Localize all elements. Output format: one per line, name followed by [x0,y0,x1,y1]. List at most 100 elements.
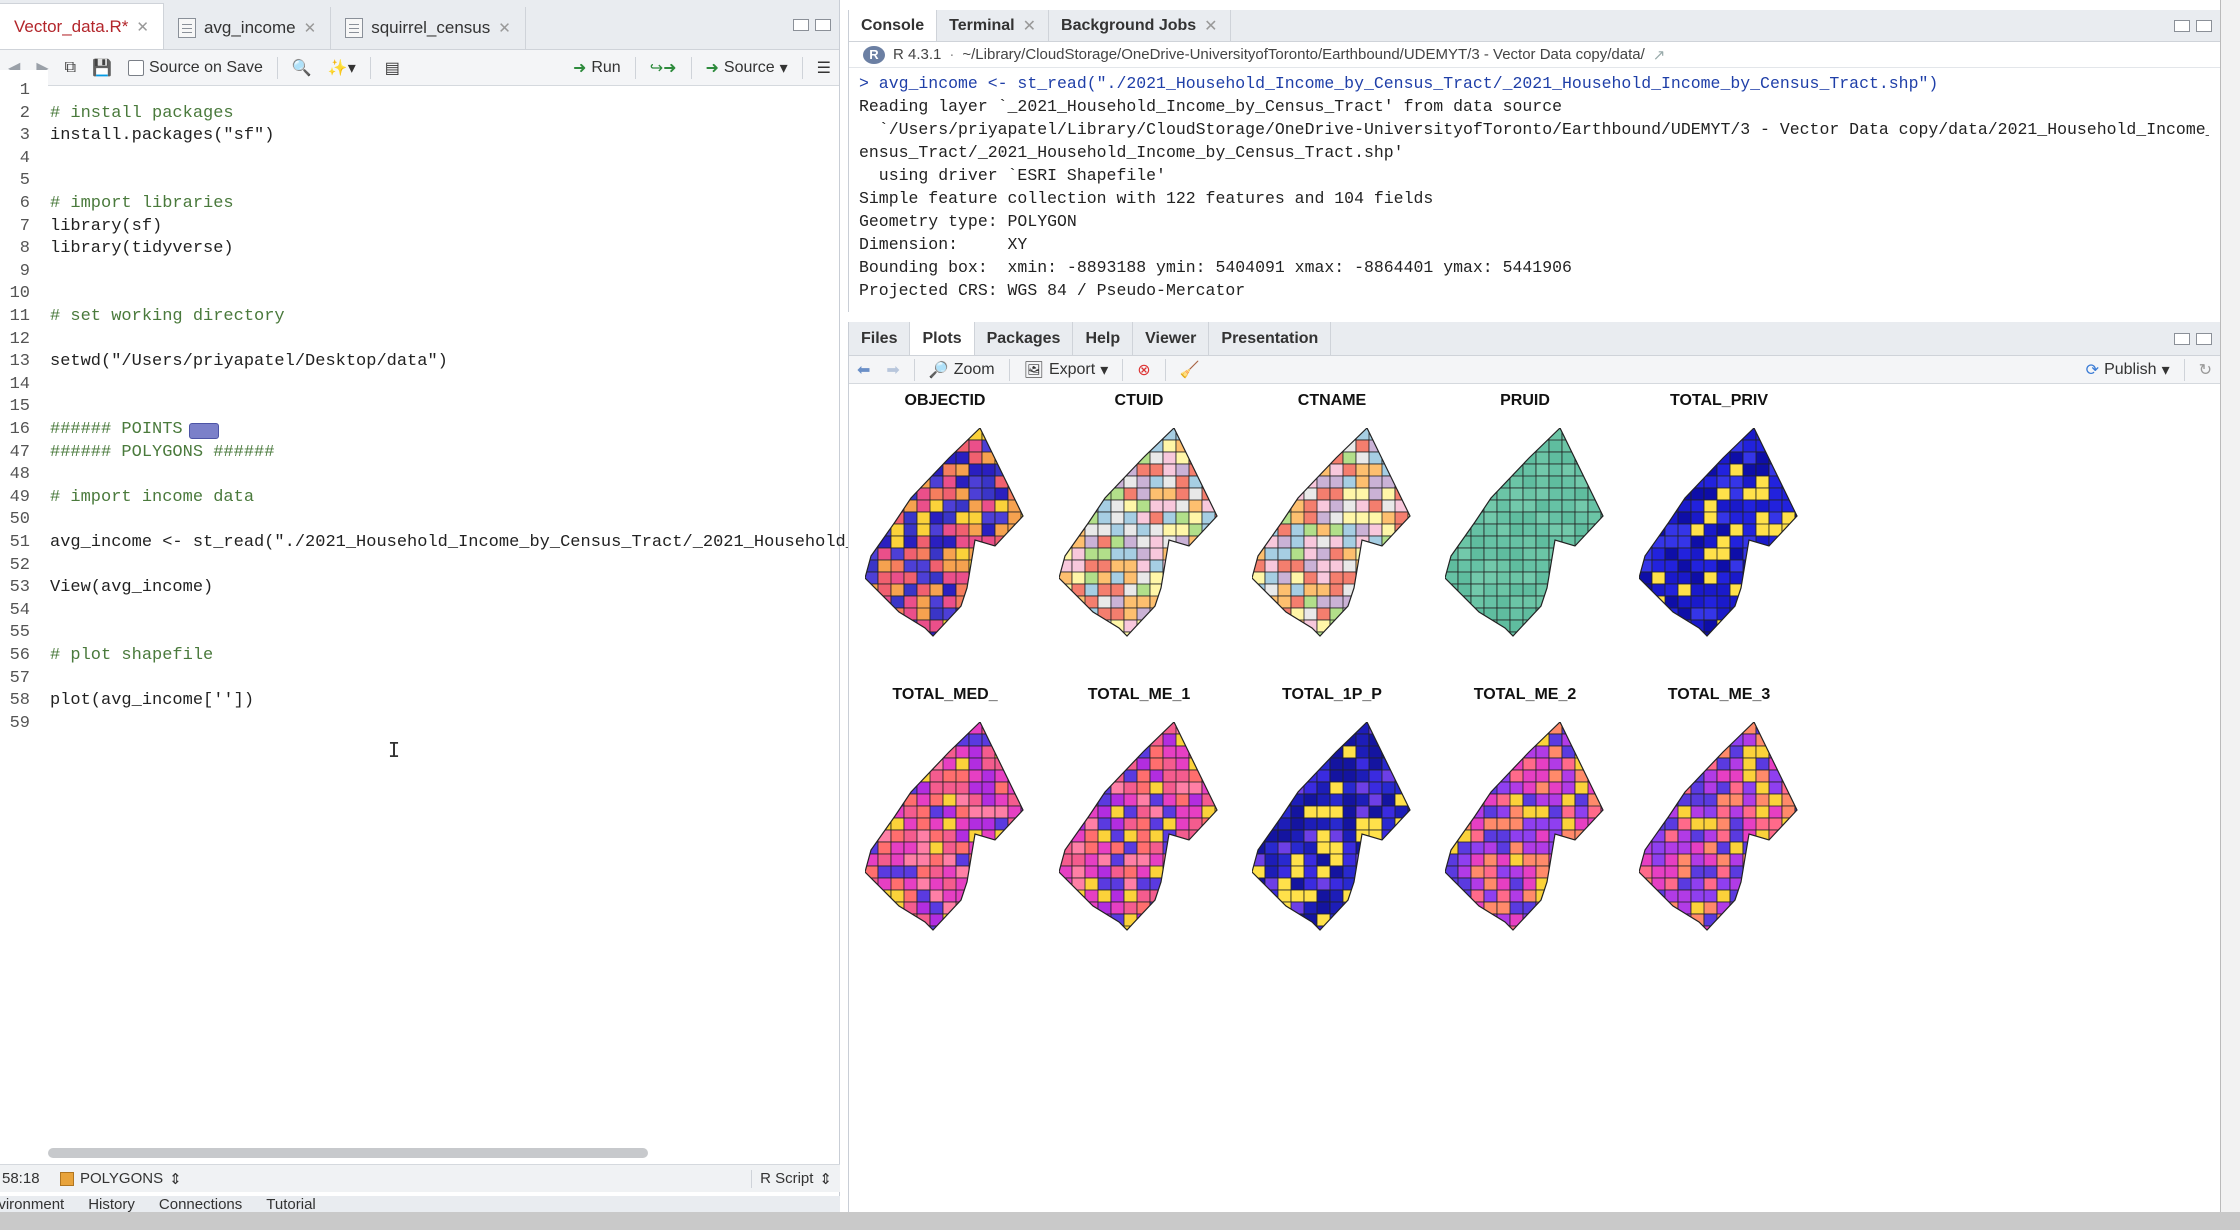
line-number: 12 [9,329,30,349]
section-navigator[interactable]: POLYGONS ⇕ [60,1170,182,1188]
go-to-directory-icon[interactable]: ↗ [1653,46,1666,64]
tab-help[interactable]: Help [1073,322,1134,355]
census-tract-map [1639,722,1798,931]
line-number: 52 [9,555,30,575]
editor-tab-squirrel-census[interactable]: squirrel_census ✕ [331,7,526,49]
plot-panel-title: TOTAL_MED_ [892,686,998,703]
line-number: 14 [9,374,30,394]
code-line[interactable]: plot(avg_income['']) [50,690,254,713]
census-tract-map [1639,428,1798,637]
r-logo-icon: R [863,45,885,64]
tab-label: Viewer [1145,329,1197,347]
line-number: 5 [19,171,30,191]
census-tract-map [1252,428,1411,637]
line-number: 1 [19,81,30,100]
window-edge [2220,0,2240,1230]
console-pane: Console Terminal ✕ Background Jobs ✕ R R… [848,10,2220,312]
line-number: 50 [9,510,30,530]
code-line[interactable]: View(avg_income) [50,577,213,600]
divider [2183,358,2185,381]
export-button[interactable]: 🖼 Export ▾ [1016,360,1117,380]
minimize-icon[interactable] [793,18,809,31]
code-area[interactable]: 1 2 3 4 5 6 7 8 9 10 11 12 13 14 15 16 47 48 49 50 51 52 53 54 5… [0,70,887,1140]
publish-button[interactable]: ⟳ Publish ▾ [2078,360,2178,380]
tab-terminal[interactable]: Terminal ✕ [937,10,1050,41]
remove-plot-icon[interactable]: ⊗ [1129,360,1158,380]
census-tract-map [865,428,1024,637]
folded-code-icon[interactable] [189,423,219,439]
maximize-icon[interactable] [2196,332,2212,345]
clear-all-broom-icon[interactable]: 🧹 [1172,360,1208,380]
close-icon[interactable]: ✕ [136,18,149,36]
previous-plot-icon[interactable]: ⬅ [849,360,878,380]
code-line[interactable]: library(tidyverse) [50,238,234,261]
pane-window-controls [793,18,831,31]
export-icon: 🖼 [1023,361,1044,379]
close-icon[interactable]: ✕ [1023,16,1036,36]
tab-viewer[interactable]: Viewer [1133,322,1210,355]
line-number: 8 [19,239,30,259]
files-plots-tab-bar: Files Plots Packages Help Viewer Present… [849,322,2220,356]
code-line[interactable]: # import income data [50,487,254,510]
line-number: 10 [9,284,30,304]
plot-panel-title: CTNAME [1297,392,1367,409]
refresh-icon[interactable]: ↻ [2191,360,2220,380]
code-line[interactable]: library(sf) [50,216,162,239]
line-number: 51 [9,533,30,552]
next-plot-icon[interactable]: ➡ [878,360,907,380]
maximize-icon[interactable] [815,18,831,31]
code-line[interactable]: setwd("/Users/priyapatel/Desktop/data") [50,351,448,374]
line-number: 4 [19,148,30,168]
console-line: `/Users/priyapatel/Library/CloudStorage/… [859,120,2209,139]
minimize-icon[interactable] [2174,332,2190,345]
code-line[interactable]: # import libraries [50,193,234,216]
line-number: 53 [9,578,30,598]
line-number: 13 [9,352,30,372]
tab-files[interactable]: Files [849,322,911,355]
tab-console[interactable]: Console [849,10,938,41]
plot-panel-title: CTUID [1114,392,1164,409]
editor-tab-label: avg_income [203,18,296,37]
tab-presentation[interactable]: Presentation [1209,322,1332,355]
close-icon[interactable]: ✕ [1204,16,1217,36]
code-line[interactable]: # set working directory [50,306,285,329]
text-cursor-icon: I [388,738,401,762]
editor-status-bar: 58:18 POLYGONS ⇕ R Script ⇕ [0,1164,840,1192]
close-icon[interactable]: ✕ [304,19,317,37]
line-number: 59 [9,713,30,733]
tab-background-jobs[interactable]: Background Jobs ✕ [1049,10,1231,41]
tab-plots[interactable]: Plots [910,322,975,355]
maximize-icon[interactable] [2196,19,2212,32]
pane-window-controls [2174,19,2212,32]
zoom-label: Zoom [953,360,995,378]
code-line[interactable]: # install packages [50,103,234,126]
plot-panel-title: OBJECTID [904,392,986,409]
table-icon [177,18,196,38]
census-tract-map [1059,722,1218,931]
plot-panel-title: TOTAL_PRIV [1669,392,1769,409]
close-icon[interactable]: ✕ [498,19,511,37]
tab-label: Plots [922,329,962,347]
console-line: Dimension: XY [859,235,1028,254]
line-number: 47 [9,442,30,462]
console-line: Simple feature collection with 122 featu… [859,189,1434,208]
tab-packages[interactable]: Packages [975,322,1074,355]
editor-tab-bar: Vector_data.R* ✕ avg_income ✕ squirrel_c… [0,0,839,50]
file-type-selector[interactable]: R Script ⇕ [751,1169,832,1188]
console-output[interactable]: > avg_income <- st_read("./2021_Househol… [859,72,2209,302]
horizontal-scrollbar[interactable] [48,1148,648,1158]
zoom-button[interactable]: 🔎 Zoom [921,360,1003,380]
pane-window-controls [2174,332,2212,345]
code-line[interactable]: install.packages("sf") [50,125,274,148]
code-line[interactable]: avg_income <- st_read("./2021_Household_… [50,532,887,555]
editor-tab-vector-data[interactable]: Vector_data.R* ✕ [0,3,164,49]
plot-panel-title: TOTAL_ME_3 [1667,686,1771,703]
tab-label: Background Jobs [1061,16,1197,34]
line-number: 57 [9,668,30,688]
code-line[interactable]: ###### POINTS [50,419,219,442]
code-line[interactable]: # plot shapefile [50,645,213,668]
editor-tab-avg-income[interactable]: avg_income ✕ [164,7,332,49]
code-line[interactable]: ###### POLYGONS ###### [50,442,274,465]
tab-label: Help [1085,329,1121,347]
minimize-icon[interactable] [2174,19,2190,32]
